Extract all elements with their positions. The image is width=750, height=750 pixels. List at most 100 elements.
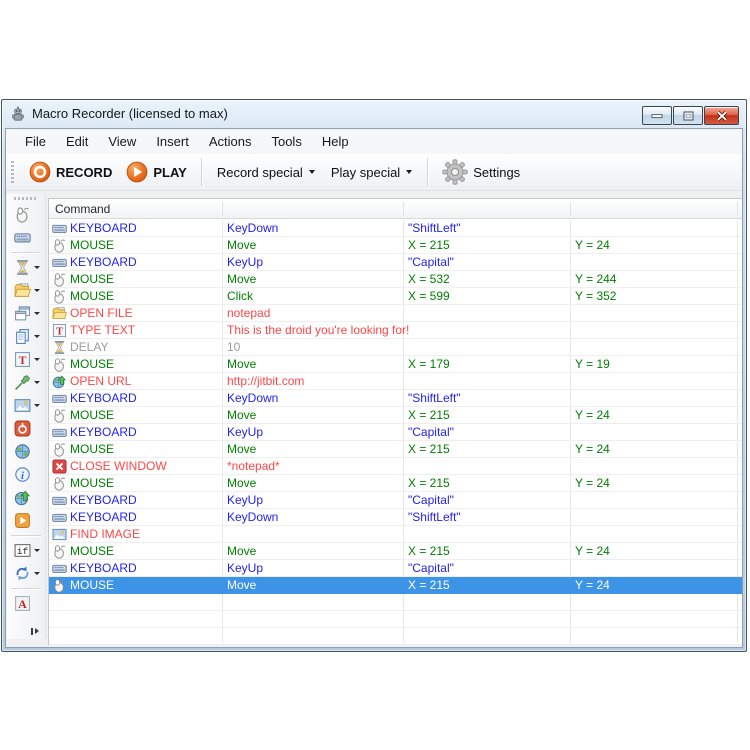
sidebar-grip-handle[interactable] [14, 197, 38, 200]
sidebar-item-globe[interactable] [7, 440, 45, 463]
param2-cell: Y = 19 [570, 357, 737, 371]
param1-cell: X = 532 [403, 272, 570, 286]
table-row[interactable]: MOUSEClickX = 599Y = 352 [49, 288, 743, 305]
globe-up-icon [14, 489, 31, 506]
action-cell: KeyUp [222, 561, 403, 575]
table-row[interactable]: KEYBOARDKeyDown"ShiftLeft" [49, 390, 743, 407]
table-row[interactable]: KEYBOARDKeyUp"Capital" [49, 254, 743, 271]
sidebar-item-power[interactable] [7, 417, 45, 440]
maximize-button[interactable] [673, 106, 703, 125]
menu-item-file[interactable]: File [15, 130, 56, 153]
table-row[interactable]: KEYBOARDKeyDown"ShiftLeft" [49, 509, 743, 526]
command-cell: MOUSE [49, 238, 222, 253]
sidebar-item-picture[interactable] [7, 394, 45, 417]
table-row[interactable]: MOUSEMoveX = 215Y = 24 [49, 441, 743, 458]
menu-item-help[interactable]: Help [312, 130, 359, 153]
table-row[interactable]: OPEN URLhttp://jitbit.com [49, 373, 743, 390]
play-button[interactable]: PLAY [119, 158, 193, 186]
table-row[interactable]: MOUSEMoveX = 179Y = 19 [49, 356, 743, 373]
column-separator[interactable] [403, 202, 404, 216]
command-label: KEYBOARD [70, 425, 137, 439]
sidebar-item-refresh[interactable] [7, 562, 45, 585]
sidebar-item-playbox[interactable] [7, 509, 45, 532]
play-special-button[interactable]: Play special [323, 160, 420, 185]
table-row[interactable]: KEYBOARDKeyUp"Capital" [49, 424, 743, 441]
table-row[interactable]: DELAY10 [49, 339, 743, 356]
menu-item-tools[interactable]: Tools [261, 130, 311, 153]
table-row[interactable]: OPEN FILEnotepad [49, 305, 743, 322]
dropdown-arrow-icon [34, 572, 40, 575]
settings-button[interactable]: Settings [435, 156, 527, 188]
sidebar-separator [11, 252, 41, 253]
table-row[interactable]: TTYPE TEXTThis is the droid you're looki… [49, 322, 743, 339]
picture-icon [52, 527, 67, 542]
command-label: MOUSE [70, 544, 114, 558]
command-label: KEYBOARD [70, 221, 137, 235]
param2-cell: Y = 24 [570, 476, 737, 490]
table-row[interactable]: MOUSEMoveX = 215Y = 24 [49, 577, 743, 594]
toolbar-grip-handle[interactable] [11, 161, 14, 183]
sidebar-item-copy[interactable] [7, 325, 45, 348]
sidebar-item-mouse[interactable] [7, 203, 45, 226]
menu-item-view[interactable]: View [98, 130, 146, 153]
command-cell: MOUSE [49, 544, 222, 559]
command-cell: DELAY [49, 340, 222, 355]
sidebar-item-letter-a[interactable]: A [7, 592, 45, 615]
ifbox-icon: if [14, 542, 31, 559]
sidebar-item-globe-up[interactable] [7, 486, 45, 509]
sidebar-item-folder[interactable] [7, 279, 45, 302]
command-label: MOUSE [70, 238, 114, 252]
sidebar-item-info[interactable]: i [7, 463, 45, 486]
command-cell: KEYBOARD [49, 391, 222, 406]
action-cell: Move [222, 357, 403, 371]
column-separator[interactable] [222, 202, 223, 216]
dropdown-arrow-icon [34, 289, 40, 292]
sidebar-item-windows[interactable] [7, 302, 45, 325]
keyboard-icon [52, 561, 67, 576]
record-button[interactable]: RECORD [22, 158, 119, 186]
record-icon [29, 161, 51, 183]
table-row[interactable]: MOUSEMoveX = 215Y = 24 [49, 237, 743, 254]
table-row[interactable]: MOUSEMoveX = 215Y = 24 [49, 407, 743, 424]
table-row[interactable]: KEYBOARDKeyUp"Capital" [49, 492, 743, 509]
table-row[interactable]: KEYBOARDKeyDown"ShiftLeft" [49, 220, 743, 237]
command-column-header: Command [49, 202, 110, 216]
keyboard-icon [52, 510, 67, 525]
param1-cell: "Capital" [403, 493, 570, 507]
close-button[interactable] [704, 106, 739, 125]
table-row[interactable]: MOUSEMoveX = 215Y = 24 [49, 475, 743, 492]
dropdown-arrow-icon [34, 266, 40, 269]
command-label: OPEN FILE [70, 306, 133, 320]
param2-cell: Y = 352 [570, 289, 737, 303]
dropdown-arrow-icon [34, 335, 40, 338]
sidebar-item-ifbox[interactable]: if [7, 539, 45, 562]
column-separator[interactable] [737, 202, 738, 216]
param2-cell: Y = 24 [570, 442, 737, 456]
param1-cell: X = 215 [403, 578, 570, 592]
minimize-button[interactable] [642, 106, 672, 125]
sidebar-item-tbox[interactable]: T [7, 348, 45, 371]
close-icon [716, 111, 728, 121]
menu-item-actions[interactable]: Actions [199, 130, 262, 153]
menu-item-edit[interactable]: Edit [56, 130, 98, 153]
column-separator[interactable] [570, 202, 571, 216]
table-row[interactable]: MOUSEMoveX = 215Y = 24 [49, 543, 743, 560]
title-bar[interactable]: Macro Recorder (licensed to max) [2, 100, 746, 127]
sidebar-item-keyboard[interactable] [7, 226, 45, 249]
table-row[interactable]: MOUSEMoveX = 532Y = 244 [49, 271, 743, 288]
command-cell: CLOSE WINDOW [49, 459, 222, 474]
table-row[interactable]: CLOSE WINDOW*notepad* [49, 458, 743, 475]
table-row[interactable]: KEYBOARDKeyUp"Capital" [49, 560, 743, 577]
menu-bar: FileEditViewInsertActionsToolsHelp [6, 129, 742, 154]
sidebar-item-eyedropper[interactable] [7, 371, 45, 394]
command-cell: KEYBOARD [49, 221, 222, 236]
menu-item-insert[interactable]: Insert [146, 130, 199, 153]
param2-cell: Y = 244 [570, 272, 737, 286]
toolbar-overflow-button[interactable] [28, 626, 42, 636]
sidebar-item-hourglass[interactable] [7, 256, 45, 279]
minimize-icon [651, 113, 663, 119]
table-header[interactable]: Command [49, 199, 743, 219]
record-special-button[interactable]: Record special [209, 160, 323, 185]
command-label: MOUSE [70, 442, 114, 456]
table-row[interactable]: FIND IMAGE [49, 526, 743, 543]
